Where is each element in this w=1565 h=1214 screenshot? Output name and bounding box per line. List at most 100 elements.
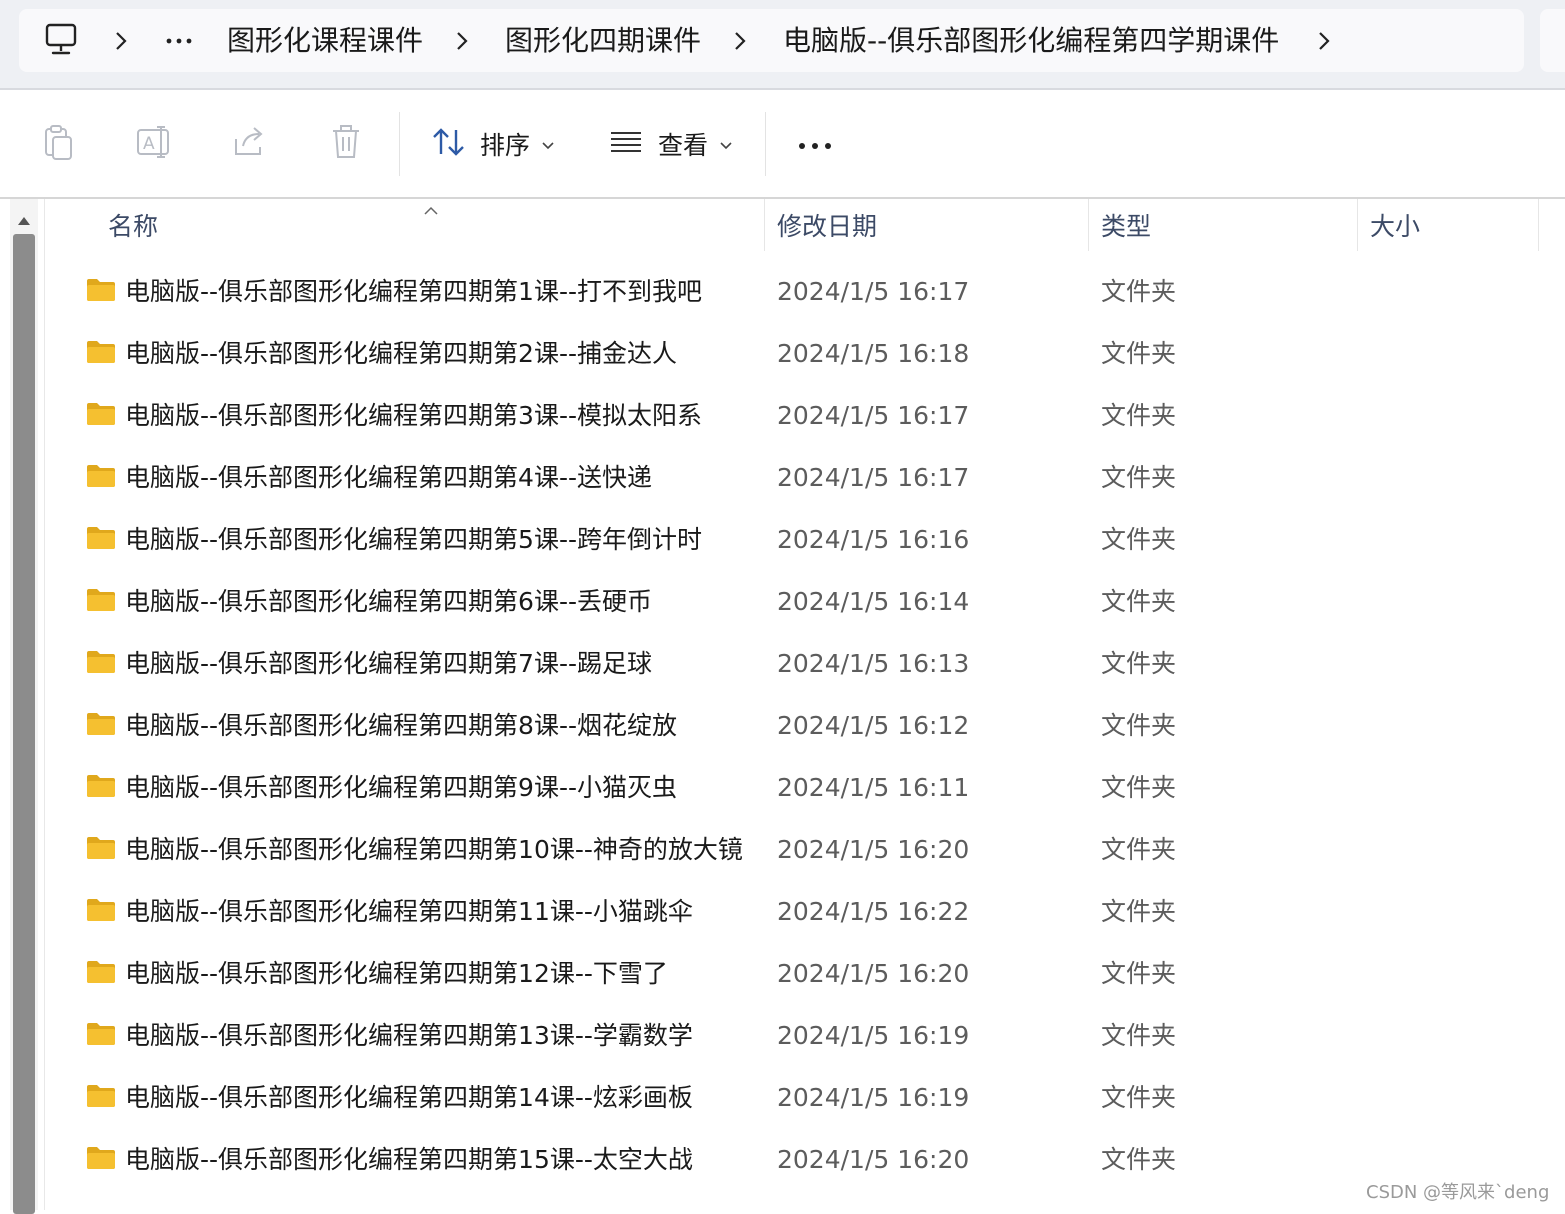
search-box[interactable]: [1540, 9, 1565, 72]
folder-icon: [86, 650, 116, 678]
scrollbar-thumb[interactable]: [13, 234, 35, 1214]
breadcrumb-item[interactable]: 图形化课程课件: [227, 9, 423, 72]
share-icon: [233, 125, 269, 163]
folder-icon: [86, 836, 116, 864]
file-type: 文件夹: [1101, 1145, 1177, 1174]
view-label: 查看: [658, 131, 709, 160]
trash-icon: [330, 124, 362, 164]
view-list-icon: [610, 131, 642, 157]
file-row[interactable]: 电脑版--俱乐部图形化编程第四期第2课--捕金达人 2024/1/5 16:18…: [45, 323, 1545, 385]
folder-icon: [86, 340, 116, 368]
file-row[interactable]: 电脑版--俱乐部图形化编程第四期第8课--烟花绽放 2024/1/5 16:12…: [45, 695, 1545, 757]
file-date-modified: 2024/1/5 16:19: [777, 1083, 970, 1112]
file-type: 文件夹: [1101, 897, 1177, 926]
file-name: 电脑版--俱乐部图形化编程第四期第7课--踢足球: [125, 649, 652, 678]
chevron-right-icon[interactable]: [456, 30, 468, 52]
folder-icon: [86, 402, 116, 430]
file-name: 电脑版--俱乐部图形化编程第四期第6课--丢硬币: [125, 587, 652, 616]
command-bar: A 排序 查看: [0, 90, 1565, 198]
column-header-date[interactable]: 修改日期: [777, 199, 877, 255]
sort-ascending-caret-icon: [424, 200, 438, 219]
column-header-size[interactable]: 大小: [1370, 199, 1420, 255]
address-bar[interactable]: 图形化课程课件 图形化四期课件 电脑版--俱乐部图形化编程第四学期课件: [19, 9, 1524, 72]
folder-icon: [86, 1084, 116, 1112]
more-icon: [798, 135, 832, 154]
share-button[interactable]: [233, 114, 269, 174]
chevron-down-icon: [720, 135, 732, 154]
file-date-modified: 2024/1/5 16:11: [777, 773, 970, 802]
file-name: 电脑版--俱乐部图形化编程第四期第10课--神奇的放大镜: [125, 835, 743, 864]
chevron-right-icon[interactable]: [115, 30, 127, 52]
file-row[interactable]: 电脑版--俱乐部图形化编程第四期第6课--丢硬币 2024/1/5 16:14 …: [45, 571, 1545, 633]
copy-button[interactable]: [42, 114, 76, 174]
folder-icon: [86, 278, 116, 306]
folder-icon: [86, 526, 116, 554]
breadcrumb-item[interactable]: 图形化四期课件: [505, 9, 701, 72]
file-row[interactable]: 电脑版--俱乐部图形化编程第四期第3课--模拟太阳系 2024/1/5 16:1…: [45, 385, 1545, 447]
column-divider[interactable]: [1088, 199, 1089, 251]
file-row[interactable]: 电脑版--俱乐部图形化编程第四期第1课--打不到我吧 2024/1/5 16:1…: [45, 261, 1545, 323]
folder-icon: [86, 960, 116, 988]
file-date-modified: 2024/1/5 16:17: [777, 277, 970, 306]
file-type: 文件夹: [1101, 401, 1177, 430]
column-header-type[interactable]: 类型: [1101, 199, 1151, 255]
file-type: 文件夹: [1101, 773, 1177, 802]
column-divider[interactable]: [1538, 199, 1539, 251]
more-locations-icon[interactable]: [166, 37, 192, 45]
rename-button[interactable]: A: [136, 114, 174, 174]
file-row[interactable]: 电脑版--俱乐部图形化编程第四期第10课--神奇的放大镜 2024/1/5 16…: [45, 819, 1545, 881]
watermark: CSDN @等风来`deng: [1366, 1182, 1550, 1203]
sort-label: 排序: [480, 131, 531, 160]
file-name: 电脑版--俱乐部图形化编程第四期第14课--炫彩画板: [125, 1083, 693, 1112]
sort-button[interactable]: 排序: [432, 114, 554, 174]
file-type: 文件夹: [1101, 587, 1177, 616]
folder-icon: [86, 588, 116, 616]
this-pc-icon[interactable]: [45, 23, 77, 59]
svg-text:A: A: [143, 134, 155, 154]
file-row[interactable]: 电脑版--俱乐部图形化编程第四期第14课--炫彩画板 2024/1/5 16:1…: [45, 1067, 1545, 1129]
chevron-down-icon: [542, 135, 554, 154]
file-row[interactable]: 电脑版--俱乐部图形化编程第四期第7课--踢足球 2024/1/5 16:13 …: [45, 633, 1545, 695]
column-divider[interactable]: [764, 199, 765, 251]
file-type: 文件夹: [1101, 649, 1177, 678]
file-name: 电脑版--俱乐部图形化编程第四期第15课--太空大战: [125, 1145, 693, 1174]
file-name: 电脑版--俱乐部图形化编程第四期第9课--小猫灭虫: [125, 773, 677, 802]
folder-icon: [86, 1146, 116, 1174]
view-button[interactable]: 查看: [610, 114, 732, 174]
breadcrumb-item-current[interactable]: 电脑版--俱乐部图形化编程第四学期课件: [783, 9, 1279, 72]
scroll-up-arrow-icon[interactable]: [17, 211, 31, 230]
chevron-right-icon[interactable]: [1318, 30, 1330, 52]
file-row[interactable]: 电脑版--俱乐部图形化编程第四期第4课--送快递 2024/1/5 16:17 …: [45, 447, 1545, 509]
file-date-modified: 2024/1/5 16:16: [777, 525, 970, 554]
file-date-modified: 2024/1/5 16:17: [777, 463, 970, 492]
column-header-name[interactable]: 名称: [108, 199, 158, 255]
folder-icon: [86, 464, 116, 492]
file-type: 文件夹: [1101, 463, 1177, 492]
file-row[interactable]: 电脑版--俱乐部图形化编程第四期第15课--太空大战 2024/1/5 16:2…: [45, 1129, 1545, 1191]
file-date-modified: 2024/1/5 16:20: [777, 959, 970, 988]
folder-icon: [86, 774, 116, 802]
file-date-modified: 2024/1/5 16:17: [777, 401, 970, 430]
file-date-modified: 2024/1/5 16:13: [777, 649, 970, 678]
file-row[interactable]: 电脑版--俱乐部图形化编程第四期第9课--小猫灭虫 2024/1/5 16:11…: [45, 757, 1545, 819]
file-row[interactable]: 电脑版--俱乐部图形化编程第四期第5课--跨年倒计时 2024/1/5 16:1…: [45, 509, 1545, 571]
address-bar-region: 图形化课程课件 图形化四期课件 电脑版--俱乐部图形化编程第四学期课件: [0, 0, 1565, 90]
file-name: 电脑版--俱乐部图形化编程第四期第12课--下雪了: [125, 959, 668, 988]
file-name: 电脑版--俱乐部图形化编程第四期第11课--小猫跳伞: [125, 897, 693, 926]
copy-icon: [42, 123, 76, 165]
toolbar-separator: [765, 112, 766, 176]
file-row[interactable]: 电脑版--俱乐部图形化编程第四期第11课--小猫跳伞 2024/1/5 16:2…: [45, 881, 1545, 943]
file-date-modified: 2024/1/5 16:20: [777, 835, 970, 864]
see-more-button[interactable]: [798, 114, 832, 174]
file-row[interactable]: 电脑版--俱乐部图形化编程第四期第13课--学霸数学 2024/1/5 16:1…: [45, 1005, 1545, 1067]
delete-button[interactable]: [330, 114, 362, 174]
folder-icon: [86, 712, 116, 740]
vertical-scrollbar[interactable]: [10, 199, 38, 1214]
folder-icon: [86, 898, 116, 926]
file-date-modified: 2024/1/5 16:14: [777, 587, 970, 616]
file-date-modified: 2024/1/5 16:19: [777, 1021, 970, 1050]
column-divider[interactable]: [1357, 199, 1358, 251]
folder-icon: [86, 1022, 116, 1050]
chevron-right-icon[interactable]: [734, 30, 746, 52]
file-row[interactable]: 电脑版--俱乐部图形化编程第四期第12课--下雪了 2024/1/5 16:20…: [45, 943, 1545, 1005]
